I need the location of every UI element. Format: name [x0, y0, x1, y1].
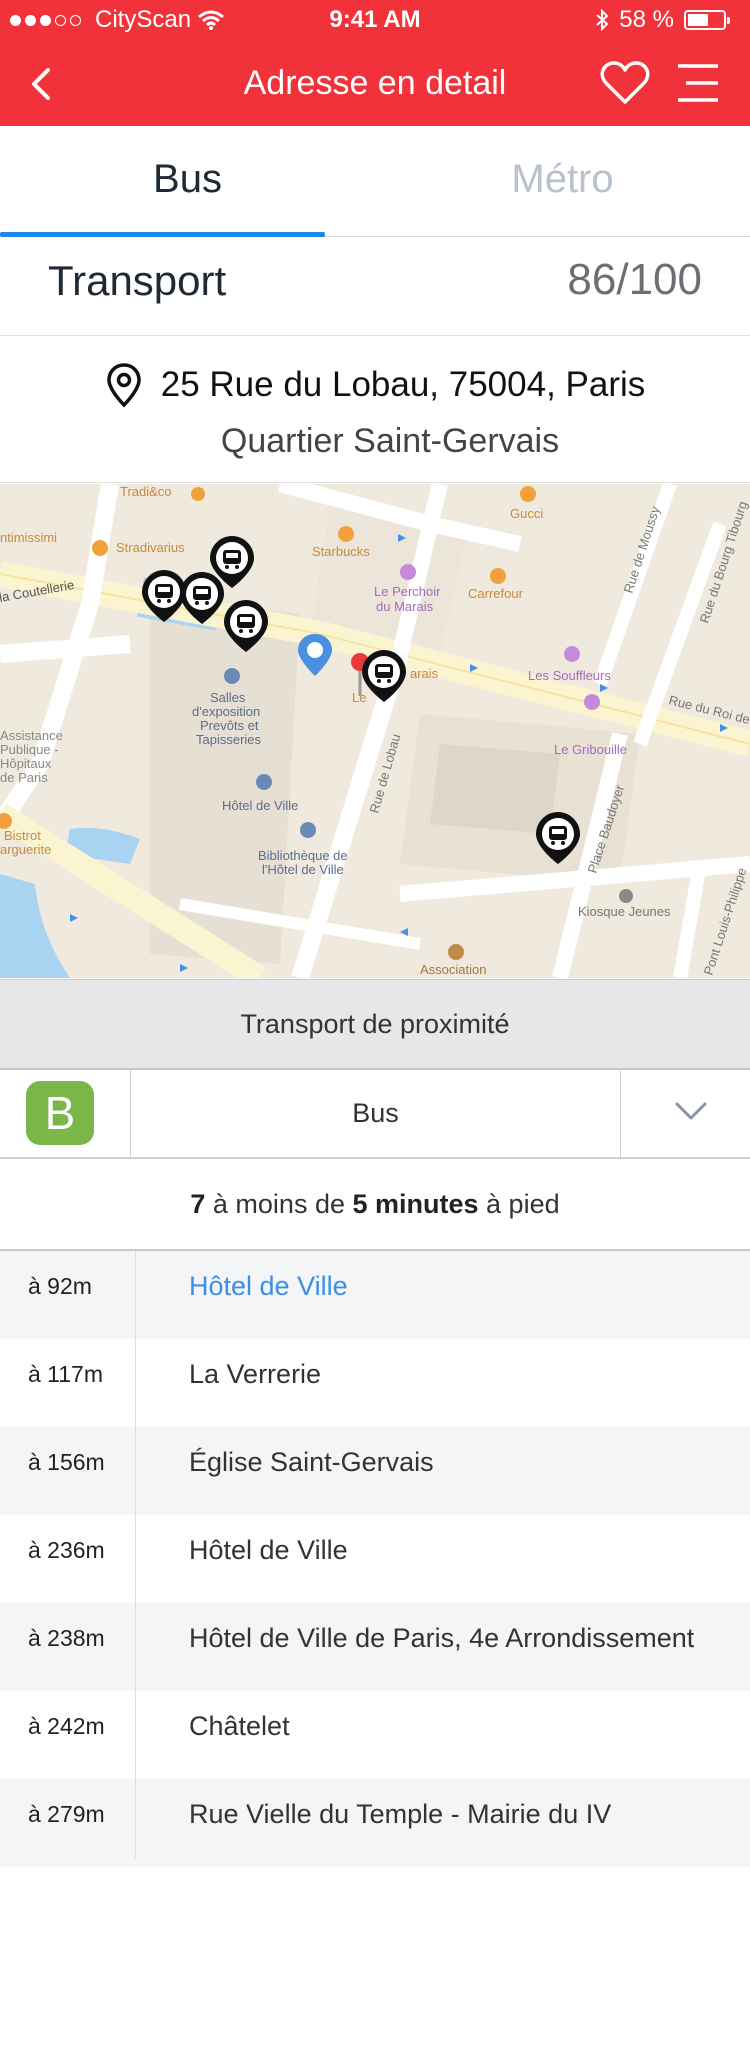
stop-name: Hôtel de Ville de Paris, 4e Arrondisseme… — [189, 1622, 695, 1653]
stops-count: 7 — [190, 1188, 206, 1219]
stop-name[interactable]: Hôtel de Ville — [189, 1251, 348, 1321]
list-item[interactable]: à 117m La Verrerie — [0, 1339, 750, 1427]
stop-name: Châtelet — [189, 1710, 290, 1741]
map-label-carrefour: Carrefour — [468, 586, 524, 601]
map-label-salles4: Tapisseries — [196, 732, 262, 747]
stop-name: Église Saint-Gervais — [189, 1446, 434, 1477]
nav-bar: Adresse en detail — [0, 42, 750, 126]
map-label-gucci: Gucci — [510, 506, 543, 521]
map-label-arais: arais — [410, 666, 439, 681]
list-item[interactable]: à 279m Rue Vielle du Temple - Mairie du … — [0, 1779, 750, 1867]
tab-metro[interactable]: Métro — [375, 126, 750, 232]
map-label-perchoir2: du Marais — [376, 599, 434, 614]
map-label-biblio2: l'Hôtel de Ville — [262, 862, 344, 877]
proximity-header: Transport de proximité — [0, 979, 750, 1070]
stop-distance: à 156m — [28, 1448, 105, 1475]
battery-percent: 58 % — [619, 6, 674, 33]
status-right: 58 % — [595, 6, 730, 34]
district-text: Quartier Saint-Gervais — [220, 422, 560, 460]
status-bar: CityScan 9:41 AM 58 % — [0, 0, 750, 42]
map-label-salles2: d'exposition — [192, 704, 260, 719]
transport-score-row: Transport 86/100 — [0, 237, 750, 336]
tab-bus[interactable]: Bus — [0, 126, 375, 232]
map-label-bistrot2: arguerite — [0, 842, 51, 857]
map-label-hotel: Hôtel de Ville — [222, 798, 298, 813]
stops-summary: 7 à moins de 5 minutes à pied — [0, 1159, 750, 1251]
map-label-assistance3: Hôpitaux — [0, 756, 52, 771]
bluetooth-icon — [596, 9, 609, 31]
stop-distance: à 236m — [28, 1536, 105, 1563]
map-label-bistrot1: Bistrot — [4, 828, 41, 843]
battery-icon — [684, 10, 730, 30]
stop-distance: à 279m — [28, 1800, 105, 1827]
stop-name: La Verrerie — [189, 1358, 322, 1389]
map-label-souffleurs: Les Souffleurs — [528, 668, 611, 683]
map-label-gribouille: Le Gribouille — [554, 742, 627, 757]
map-label-timissimi: ntimissimi — [0, 530, 57, 545]
map-label-association: Association — [420, 962, 486, 977]
bus-line-badge: B — [26, 1081, 94, 1145]
map-label-starbucks: Starbucks — [312, 544, 370, 559]
menu-icon[interactable] — [672, 60, 722, 106]
summary-text-2: à pied — [478, 1188, 560, 1219]
map-label-stradivarius: Stradivarius — [116, 540, 185, 555]
address-text: 25 Rue du Lobau, 75004, Paris — [160, 365, 646, 404]
stop-distance: à 238m — [28, 1624, 105, 1651]
score-value: 86/100 — [567, 255, 702, 304]
stop-distance: à 117m — [28, 1360, 104, 1387]
stop-distance: à 92m — [28, 1272, 92, 1299]
address-line: 25 Rue du Lobau, 75004, Paris — [0, 362, 750, 408]
map-label-assistance2: Publique - — [0, 742, 59, 757]
list-item[interactable]: à 242m Châtelet — [0, 1691, 750, 1779]
summary-text-1: à moins de — [205, 1188, 353, 1219]
stops-list: à 92m Hôtel de Ville à 117m La Verrerie … — [0, 1251, 750, 1867]
transport-tabs: Bus Métro — [0, 126, 750, 237]
list-item[interactable]: à 156m Église Saint-Gervais — [0, 1427, 750, 1515]
stop-name: Rue Vielle du Temple - Mairie du IV — [189, 1798, 612, 1829]
list-item[interactable]: à 238m Hôtel de Ville de Paris, 4e Arron… — [0, 1603, 750, 1691]
top-bar: CityScan 9:41 AM 58 % Adresse en detail — [0, 0, 750, 126]
map-label-perchoir: Le Perchoir — [374, 584, 441, 599]
list-item[interactable]: à 236m Hôtel de Ville — [0, 1515, 750, 1603]
address-block: 25 Rue du Lobau, 75004, Paris Quartier S… — [0, 336, 750, 483]
favorite-heart-icon[interactable] — [600, 60, 650, 106]
transport-type-dropdown[interactable]: Bus — [131, 1069, 620, 1157]
map-canvas: Tradi&co ntimissimi Stradivarius la Cout… — [0, 484, 750, 978]
map-label-kiosque: Kiosque Jeunes — [578, 904, 671, 919]
stop-distance: à 242m — [28, 1712, 105, 1739]
map-label-tradi: Tradi&co — [120, 484, 172, 499]
stops-column-divider — [135, 1251, 136, 1858]
map-label-biblio1: Bibliothèque de — [258, 848, 348, 863]
stop-name: Hôtel de Ville — [189, 1534, 348, 1565]
map-label-assistance1: Assistance — [0, 728, 63, 743]
map-label-salles1: Salles — [210, 690, 246, 705]
map-label-assistance4: de Paris — [0, 770, 48, 785]
map-view[interactable]: Tradi&co ntimissimi Stradivarius la Cout… — [0, 484, 750, 978]
map-label-salles3: Prevôts et — [200, 718, 259, 733]
list-item[interactable]: à 92m Hôtel de Ville — [0, 1251, 750, 1339]
transport-type-selector: B Bus — [0, 1069, 750, 1159]
location-pin-icon — [106, 363, 141, 408]
score-label: Transport — [48, 257, 227, 304]
selector-divider — [620, 1069, 621, 1157]
summary-minutes: 5 minutes — [352, 1188, 479, 1219]
chevron-down-icon[interactable] — [674, 1099, 708, 1123]
